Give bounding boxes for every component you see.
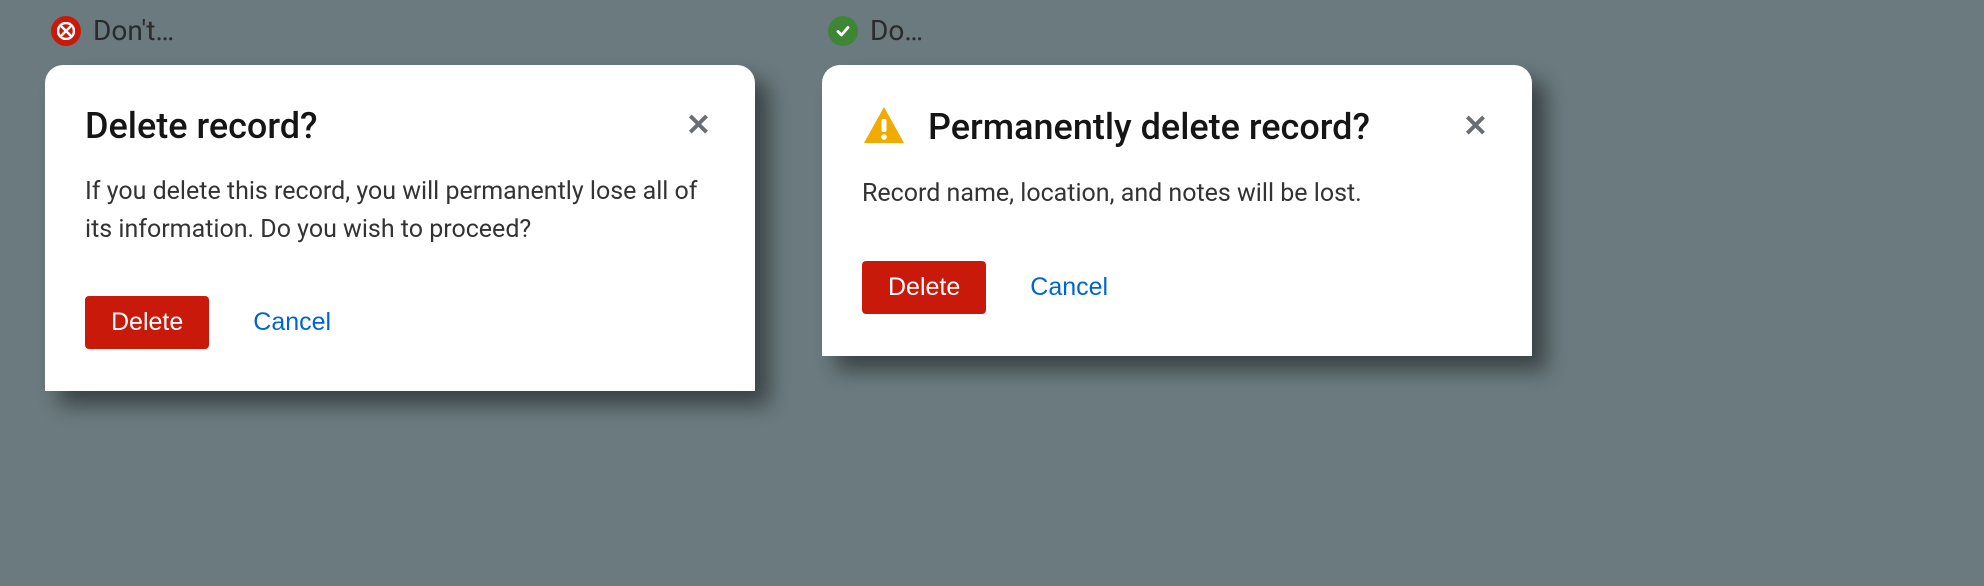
dialog-title: Delete record? [85, 105, 660, 147]
dont-example: Don't… Delete record? ✕ If you delete th… [45, 14, 755, 391]
dialog-header: Permanently delete record? ✕ [862, 105, 1492, 149]
dialog-actions: Delete Cancel [862, 261, 1492, 314]
dont-dialog: Delete record? ✕ If you delete this reco… [45, 65, 755, 391]
close-icon[interactable]: ✕ [1459, 108, 1492, 146]
dialog-actions: Delete Cancel [85, 296, 715, 349]
do-label-row: Do… [822, 14, 1532, 47]
dialog-body: If you delete this record, you will perm… [85, 173, 715, 248]
delete-button[interactable]: Delete [862, 261, 986, 314]
dialog-title: Permanently delete record? [928, 106, 1437, 148]
do-label: Do… [870, 14, 923, 47]
do-badge-icon [828, 16, 858, 46]
close-icon[interactable]: ✕ [682, 107, 715, 145]
dont-label-row: Don't… [45, 14, 755, 47]
dialog-header: Delete record? ✕ [85, 105, 715, 147]
warning-icon [862, 105, 906, 149]
dont-badge-icon [51, 16, 81, 46]
do-dialog: Permanently delete record? ✕ Record name… [822, 65, 1532, 356]
dialog-body: Record name, location, and notes will be… [862, 175, 1492, 213]
delete-button[interactable]: Delete [85, 296, 209, 349]
cancel-button[interactable]: Cancel [253, 308, 331, 337]
do-example: Do… Permanently delete record? ✕ Record … [822, 14, 1532, 356]
cancel-button[interactable]: Cancel [1030, 273, 1108, 302]
dont-label: Don't… [93, 14, 174, 47]
